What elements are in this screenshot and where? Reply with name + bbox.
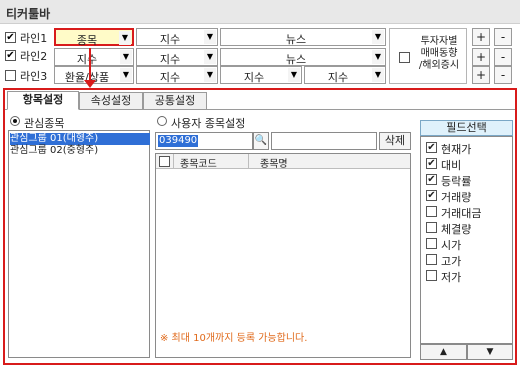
col-divider bbox=[248, 154, 249, 169]
move-up-button[interactable]: ▲ bbox=[420, 344, 467, 360]
field-label: 체결량 bbox=[441, 223, 472, 236]
tab-property-settings[interactable]: 속성설정 bbox=[79, 92, 143, 110]
line2-minus-button[interactable]: - bbox=[494, 48, 512, 66]
interest-radio[interactable] bbox=[10, 116, 20, 126]
stock-code-input[interactable]: 039490 bbox=[155, 132, 253, 150]
list-item-selected[interactable]: 관심그룹 01(대형주) bbox=[10, 133, 150, 145]
chevron-down-icon: ▼ bbox=[204, 68, 216, 82]
title-bar: 티커툴바 bbox=[0, 0, 520, 24]
investor-option-label: 투자자별 매매동향 /해외증시 bbox=[418, 36, 460, 71]
limit-note: ※ 최대 10개까지 등록 가능합니다. bbox=[160, 333, 308, 344]
field-checkbox[interactable] bbox=[426, 206, 437, 217]
line2-combo3-value: 뉴스 bbox=[285, 53, 307, 66]
line2-combo2[interactable]: 지수 ▼ bbox=[136, 48, 218, 66]
line1-minus-button[interactable]: - bbox=[494, 28, 512, 46]
line3-combo3a-value: 지수 bbox=[243, 71, 265, 84]
line2-combo1-value: 지수 bbox=[76, 53, 98, 66]
line2-combo1[interactable]: 지수 ▼ bbox=[54, 48, 134, 66]
line1-checkbox[interactable]: ✔ bbox=[5, 32, 16, 43]
field-label: 저가 bbox=[441, 271, 462, 284]
list-item[interactable]: 관심그룹 02(중형주) bbox=[10, 145, 150, 157]
line3-minus-button[interactable]: - bbox=[494, 66, 512, 84]
field-checkbox[interactable] bbox=[426, 254, 437, 265]
chevron-down-icon: ▼ bbox=[119, 31, 131, 45]
settings-panel: 항목설정 속성설정 공통설정 관심종목 관심그룹 01(대형주) 관심그룹 02… bbox=[3, 88, 517, 365]
field-label: 현재가 bbox=[441, 143, 472, 156]
field-label: 거래대금 bbox=[441, 207, 482, 220]
tab-common-settings[interactable]: 공통설정 bbox=[143, 92, 207, 110]
field-label: 고가 bbox=[441, 255, 462, 268]
chevron-down-icon: ▼ bbox=[288, 68, 300, 82]
table-header: 종목코드 종목명 bbox=[156, 154, 410, 170]
chevron-down-icon: ▼ bbox=[204, 50, 216, 64]
user-stock-radio[interactable] bbox=[157, 116, 167, 126]
field-checkbox[interactable] bbox=[426, 222, 437, 233]
line3-plus-button[interactable]: + bbox=[472, 66, 490, 84]
arrow-down-icon bbox=[84, 80, 96, 88]
line1-combo3[interactable]: 뉴스 ▼ bbox=[220, 28, 386, 46]
field-checkbox[interactable] bbox=[426, 270, 437, 281]
interest-group-list[interactable]: 관심그룹 01(대형주) 관심그룹 02(중형주) bbox=[8, 130, 150, 358]
line3-checkbox[interactable] bbox=[5, 70, 16, 81]
line1-combo1[interactable]: 종목 ▼ bbox=[54, 28, 134, 47]
field-checkbox[interactable]: ✔ bbox=[426, 142, 437, 153]
move-down-button[interactable]: ▼ bbox=[467, 344, 513, 360]
field-checkbox[interactable]: ✔ bbox=[426, 158, 437, 169]
chevron-down-icon: ▼ bbox=[372, 50, 384, 64]
line1-plus-button[interactable]: + bbox=[472, 28, 490, 46]
line3-label: 라인3 bbox=[20, 70, 48, 83]
investor-checkbox[interactable] bbox=[399, 52, 410, 63]
line1-combo1-value: 종목 bbox=[76, 34, 98, 47]
line3-combo2[interactable]: 지수 ▼ bbox=[136, 66, 218, 84]
chevron-down-icon: ▼ bbox=[372, 68, 384, 82]
stock-code-value: 039490 bbox=[158, 135, 199, 147]
field-select-header: 필드선택 bbox=[420, 120, 513, 136]
line2-combo3[interactable]: 뉴스 ▼ bbox=[220, 48, 386, 66]
user-stock-label: 사용자 종목설정 bbox=[171, 117, 246, 130]
line1-combo2-value: 지수 bbox=[159, 33, 181, 46]
field-checkbox[interactable]: ✔ bbox=[426, 190, 437, 201]
field-list[interactable]: ✔ 현재가 ✔ 대비 ✔ 등락률 ✔ 거래량 거래대금 체결량 시가 고가 저가 bbox=[420, 136, 513, 344]
chevron-down-icon: ▼ bbox=[372, 30, 384, 44]
tab-item-settings[interactable]: 항목설정 bbox=[7, 91, 79, 110]
col-name-header: 종목명 bbox=[260, 159, 288, 170]
line3-combo2-value: 지수 bbox=[159, 71, 181, 84]
field-label: 시가 bbox=[441, 239, 462, 252]
line3-combo3b-value: 지수 bbox=[327, 71, 349, 84]
line3-combo3a[interactable]: 지수 ▼ bbox=[220, 66, 302, 84]
line2-combo2-value: 지수 bbox=[159, 53, 181, 66]
line1-combo2[interactable]: 지수 ▼ bbox=[136, 28, 218, 46]
window-title: 티커툴바 bbox=[6, 7, 51, 21]
search-icon[interactable]: 🔍 bbox=[253, 132, 269, 150]
delete-button[interactable]: 삭제 bbox=[379, 132, 411, 150]
select-all-checkbox[interactable] bbox=[159, 156, 170, 167]
field-checkbox[interactable]: ✔ bbox=[426, 174, 437, 185]
user-stock-table: 종목코드 종목명 ※ 최대 10개까지 등록 가능합니다. bbox=[155, 153, 411, 358]
line1-combo3-value: 뉴스 bbox=[285, 33, 307, 46]
col-code-header: 종목코드 bbox=[180, 159, 217, 170]
line2-plus-button[interactable]: + bbox=[472, 48, 490, 66]
chevron-down-icon: ▼ bbox=[120, 50, 132, 64]
chevron-down-icon: ▼ bbox=[120, 68, 132, 82]
interest-label: 관심종목 bbox=[24, 117, 65, 130]
line2-checkbox[interactable]: ✔ bbox=[5, 50, 16, 61]
field-label: 대비 bbox=[441, 159, 462, 172]
field-label: 등락률 bbox=[441, 175, 472, 188]
col-divider bbox=[173, 154, 174, 169]
field-checkbox[interactable] bbox=[426, 238, 437, 249]
line3-combo3b[interactable]: 지수 ▼ bbox=[304, 66, 386, 84]
connector-line bbox=[89, 48, 91, 82]
chevron-down-icon: ▼ bbox=[204, 30, 216, 44]
line1-label: 라인1 bbox=[20, 32, 48, 45]
stock-name-field bbox=[271, 132, 377, 150]
field-label: 거래량 bbox=[441, 191, 472, 204]
line2-label: 라인2 bbox=[20, 50, 48, 63]
